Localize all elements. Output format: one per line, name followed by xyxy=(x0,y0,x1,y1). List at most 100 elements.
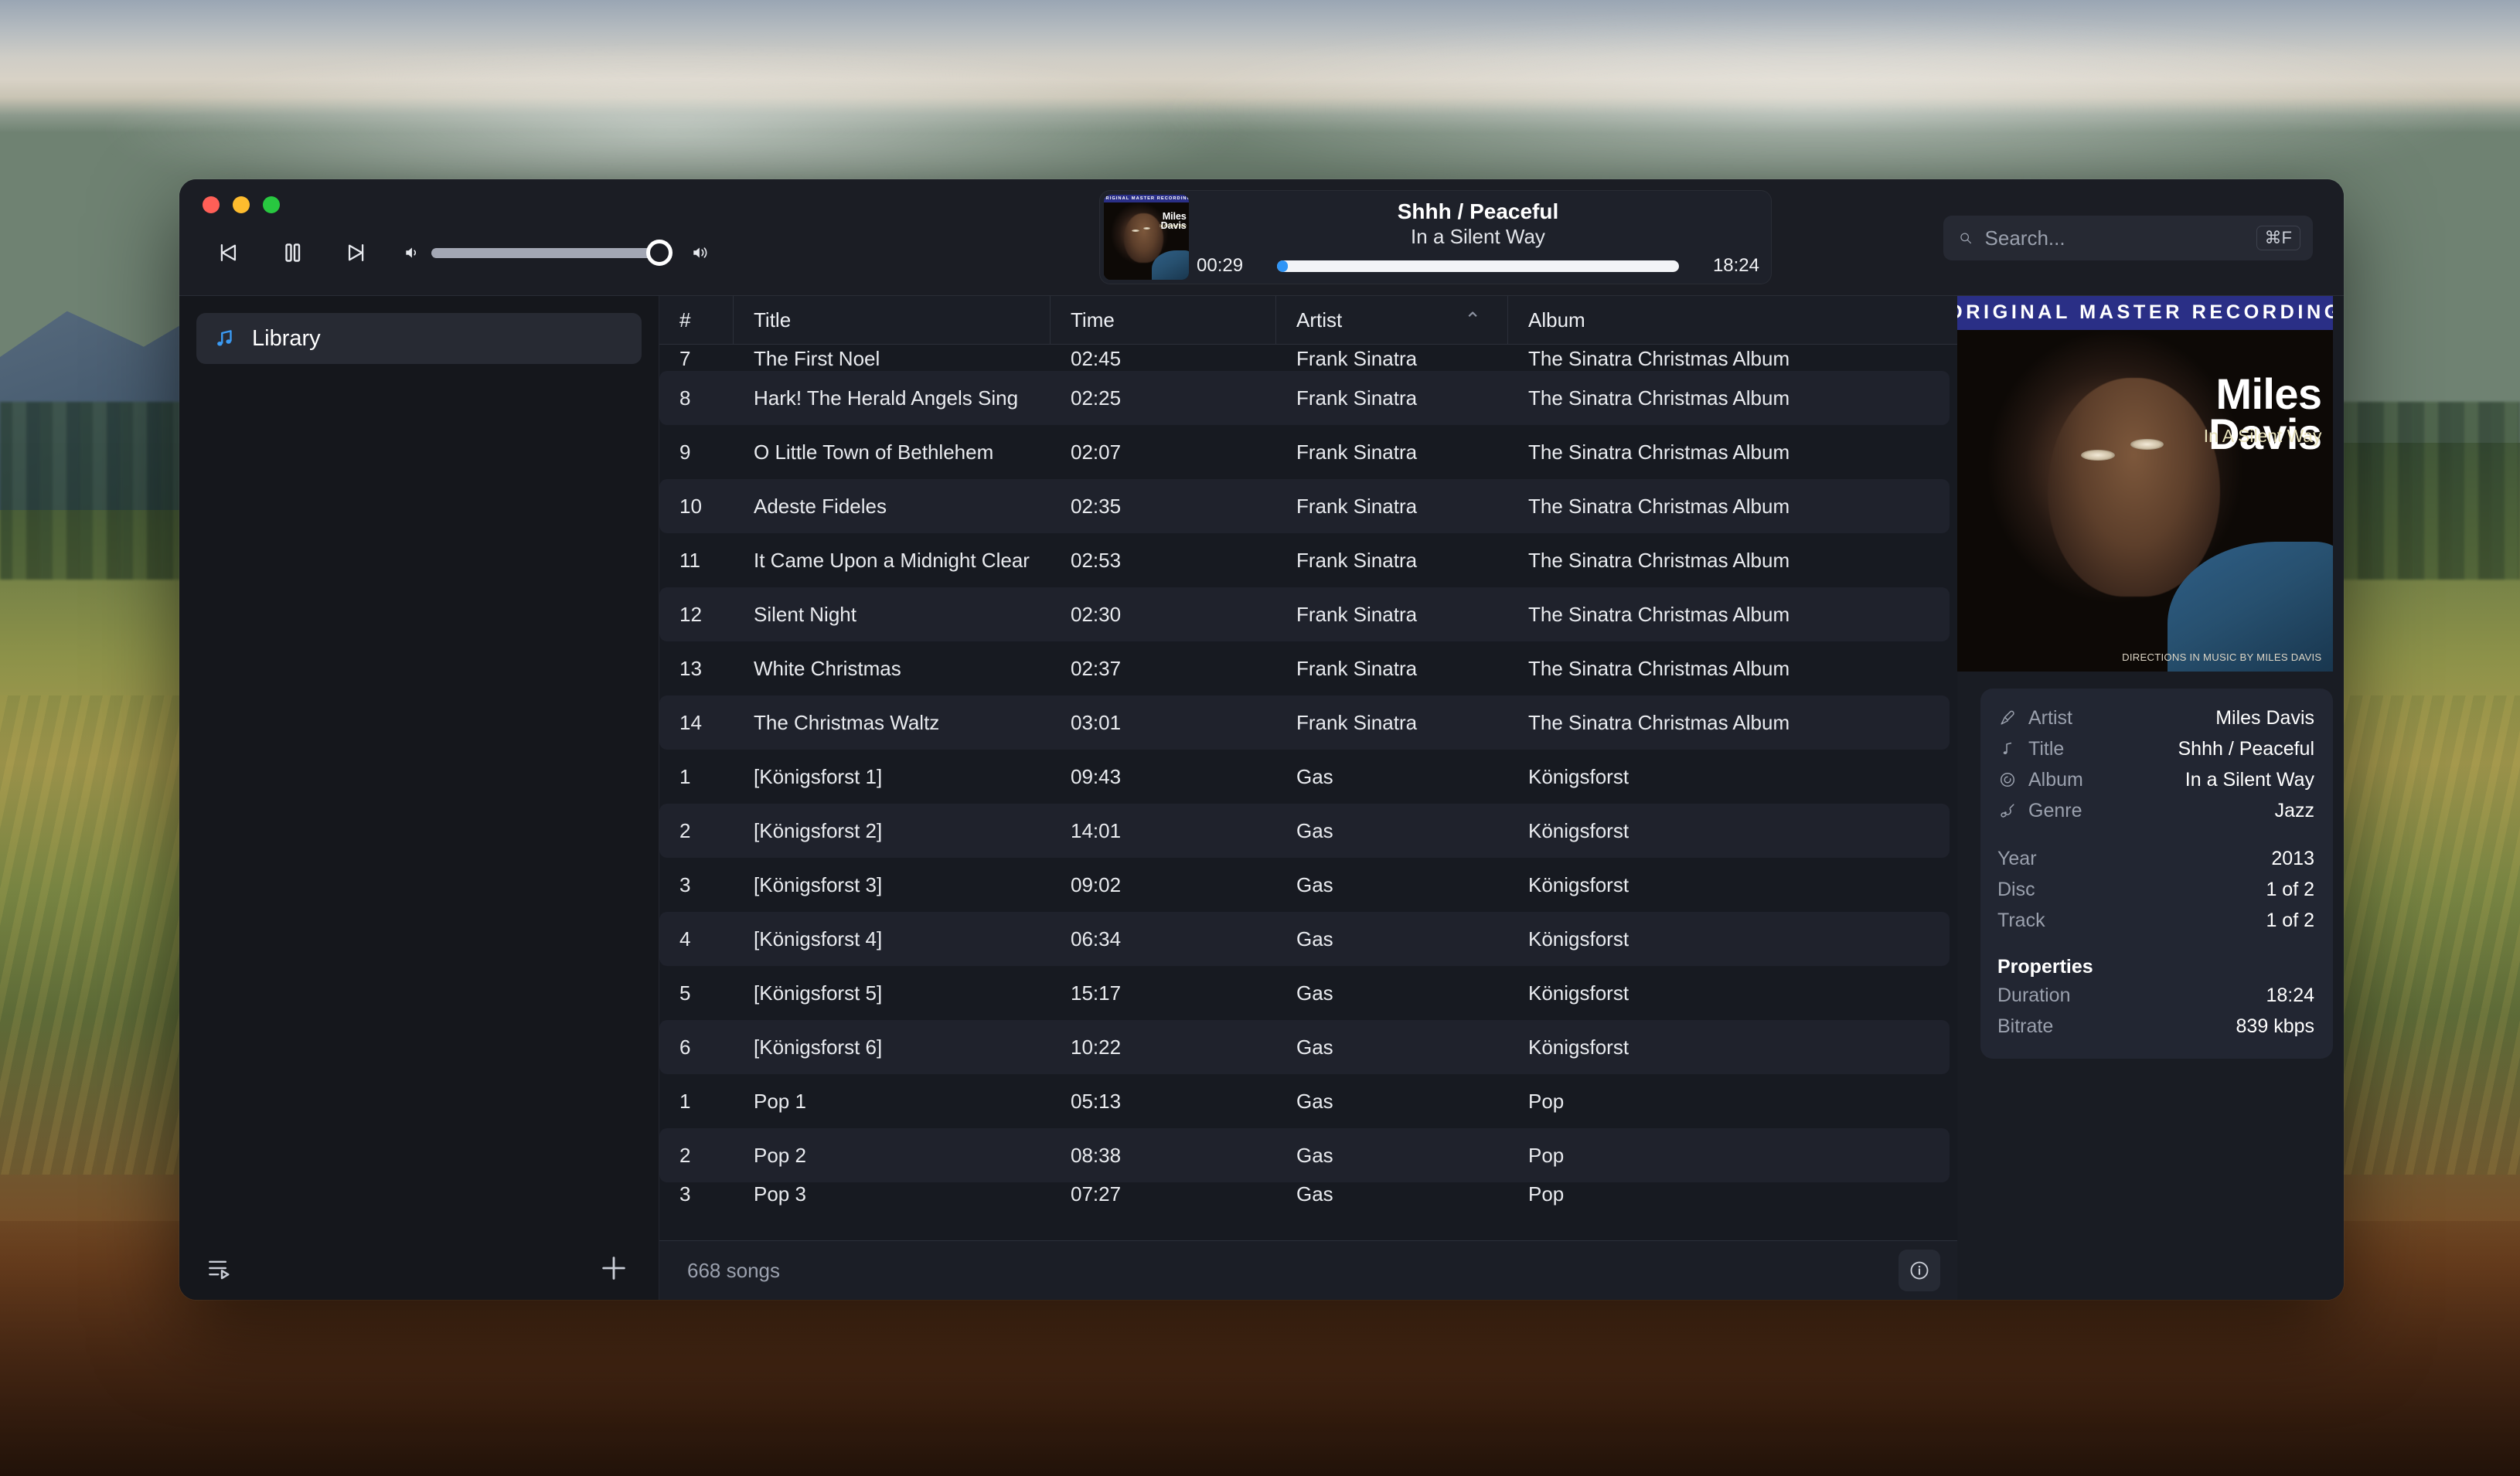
metadata-spacer xyxy=(1997,826,2314,843)
metadata-row-duration: Duration 18:24 xyxy=(1997,980,2314,1011)
search-input[interactable] xyxy=(1983,225,2246,251)
volume-control[interactable] xyxy=(402,240,713,266)
table-row[interactable]: 2 [Königsforst 2] 14:01 Gas Königsforst xyxy=(659,804,1950,858)
table-row[interactable]: 5 [Königsforst 5] 15:17 Gas Königsforst xyxy=(659,966,1950,1020)
table-cell-title: [Königsforst 3] xyxy=(754,872,883,896)
now-playing-meta: Shhh / Peaceful In a Silent Way 00:29 18… xyxy=(1189,193,1772,281)
table-cell-time: 09:43 xyxy=(1071,764,1122,788)
table-cell-num: 3 xyxy=(679,1182,691,1206)
now-playing-progress-row: 00:29 18:24 xyxy=(1197,255,1759,277)
table-cell-time: 07:27 xyxy=(1071,1182,1122,1206)
add-item-button[interactable] xyxy=(598,1253,629,1284)
play-pause-button[interactable] xyxy=(260,227,325,278)
volume-slider-knob[interactable] xyxy=(646,240,673,266)
table-cell-artist: Gas xyxy=(1296,1089,1333,1113)
table-row[interactable]: 6 [Königsforst 6] 10:22 Gas Königsforst xyxy=(659,1020,1950,1074)
table-cell-time: 14:01 xyxy=(1071,818,1122,842)
metadata-label: Title xyxy=(2028,737,2065,760)
previous-track-button[interactable] xyxy=(195,227,260,278)
table-row[interactable]: 3 [Königsforst 3] 09:02 Gas Königsforst xyxy=(659,858,1950,912)
now-playing-album-art[interactable]: ORIGINAL MASTER RECORDING Miles Davis In… xyxy=(1104,195,1189,280)
plus-icon xyxy=(602,1257,625,1280)
column-header-number[interactable]: # xyxy=(659,296,734,344)
table-row[interactable]: 3 Pop 3 07:27 Gas Pop xyxy=(659,1182,1950,1218)
metadata-label: Genre xyxy=(2028,799,2082,821)
column-header-artist[interactable]: Artist ⌃ xyxy=(1276,296,1508,344)
metadata-label: Year xyxy=(1997,847,2037,869)
table-row[interactable]: 4 [Königsforst 4] 06:34 Gas Königsforst xyxy=(659,912,1950,966)
now-playing-title: Shhh / Peaceful xyxy=(1397,199,1559,223)
now-playing-card[interactable]: ORIGINAL MASTER RECORDING Miles Davis In… xyxy=(1099,190,1772,284)
table-cell-num: 12 xyxy=(679,602,702,626)
metadata-spacer xyxy=(1997,936,2314,953)
column-header-album-label: Album xyxy=(1528,308,1585,332)
search-shortcut-badge: ⌘F xyxy=(2256,226,2300,250)
column-header-title[interactable]: Title xyxy=(734,296,1051,344)
table-cell-title: It Came Upon a Midnight Clear xyxy=(754,548,1030,572)
column-header-title-label: Title xyxy=(754,308,792,332)
table-row[interactable]: 2 Pop 2 08:38 Gas Pop xyxy=(659,1128,1950,1182)
table-body[interactable]: 7 The First Noel 02:45 Frank Sinatra The Sin… xyxy=(659,345,1957,1240)
music-note-icon xyxy=(1997,739,2018,759)
table-row[interactable]: 14 The Christmas Waltz 03:01 Frank Sinatra T… xyxy=(659,695,1950,750)
table-cell-album: Königsforst xyxy=(1528,872,1629,896)
now-playing-album: In a Silent Way xyxy=(1411,225,1545,249)
music-note-icon xyxy=(217,330,232,346)
table-cell-artist: Gas xyxy=(1296,818,1333,842)
column-header-album[interactable]: Album xyxy=(1508,296,1957,344)
table-row[interactable]: 8 Hark! The Herald Angels Sing 02:25 Frank … xyxy=(659,371,1950,425)
table-cell-title: Pop 2 xyxy=(754,1143,806,1167)
next-track-button[interactable] xyxy=(325,227,390,278)
table-cell-time: 02:35 xyxy=(1071,494,1122,518)
column-header-time[interactable]: Time xyxy=(1051,296,1276,344)
maximize-window-button[interactable] xyxy=(263,196,280,213)
table-row[interactable]: 11 It Came Upon a Midnight Clear 02:53 Fran… xyxy=(659,533,1950,587)
table-cell-time: 02:25 xyxy=(1071,386,1122,410)
table-cell-time: 05:13 xyxy=(1071,1089,1122,1113)
column-header-time-label: Time xyxy=(1071,308,1115,332)
metadata-value: Miles Davis xyxy=(2215,706,2314,729)
playlist-queue-icon xyxy=(209,1260,230,1280)
close-window-button[interactable] xyxy=(203,196,220,213)
table-cell-artist: Gas xyxy=(1296,927,1333,951)
table-row[interactable]: 13 White Christmas 02:37 Frank Sinatra The S… xyxy=(659,641,1950,695)
guitar-icon xyxy=(1997,801,2018,821)
table-cell-num: 8 xyxy=(679,386,691,410)
table-cell-album: Königsforst xyxy=(1528,927,1629,951)
table-cell-album: The Sinatra Christmas Album xyxy=(1528,347,1790,370)
table-cell-time: 10:22 xyxy=(1071,1035,1122,1059)
album-title-text: In A Silent Way xyxy=(2203,425,2322,446)
table-cell-title: [Königsforst 5] xyxy=(754,981,883,1005)
new-playlist-queue-button[interactable] xyxy=(207,1257,233,1280)
table-row[interactable]: 12 Silent Night 02:30 Frank Sinatra The Sina… xyxy=(659,587,1950,641)
info-panel-album-art[interactable]: ORIGINAL MASTER RECORDING Miles Davis In… xyxy=(1957,296,2333,672)
search-box[interactable]: ⌘F xyxy=(1943,216,2313,260)
info-panel: ORIGINAL MASTER RECORDING Miles Davis In… xyxy=(1957,296,2344,1300)
table-cell-num: 1 xyxy=(679,1089,691,1113)
table-row[interactable]: 1 Pop 1 05:13 Gas Pop xyxy=(659,1074,1950,1128)
table-cell-album: The Sinatra Christmas Album xyxy=(1528,548,1790,572)
table-cell-artist: Frank Sinatra xyxy=(1296,656,1418,680)
table-row[interactable]: 9 O Little Town of Bethlehem 02:07 Frank Si… xyxy=(659,425,1950,479)
volume-slider[interactable] xyxy=(431,240,673,266)
minimize-window-button[interactable] xyxy=(233,196,250,213)
table-row[interactable]: 7 The First Noel 02:45 Frank Sinatra The Sin… xyxy=(659,345,1950,371)
column-header-number-label: # xyxy=(679,308,691,332)
table-cell-title: White Christmas xyxy=(754,656,901,680)
table-cell-num: 13 xyxy=(679,656,702,680)
metadata-card: Artist Miles Davis Title Shhh / Peaceful xyxy=(1980,689,2333,1059)
table-cell-num: 5 xyxy=(679,981,691,1005)
song-count-label: 668 songs xyxy=(687,1258,780,1282)
toggle-info-panel-button[interactable] xyxy=(1899,1250,1940,1291)
seek-slider[interactable] xyxy=(1277,260,1679,272)
table-cell-artist: Gas xyxy=(1296,981,1333,1005)
table-header-row: # Title Time Artist ⌃ Album xyxy=(659,296,1957,345)
table-cell-album: The Sinatra Christmas Album xyxy=(1528,602,1790,626)
metadata-row-genre: Genre Jazz xyxy=(1997,795,2314,826)
table-cell-num: 2 xyxy=(679,1143,691,1167)
sidebar-item-library[interactable]: Library xyxy=(196,313,642,364)
table-row[interactable]: 1 [Königsforst 1] 09:43 Gas Königsforst xyxy=(659,750,1950,804)
table-row[interactable]: 10 Adeste Fideles 02:35 Frank Sinatra The Si… xyxy=(659,479,1950,533)
microphone-icon xyxy=(1997,708,2018,728)
sort-ascending-icon: ⌃ xyxy=(1464,308,1481,332)
